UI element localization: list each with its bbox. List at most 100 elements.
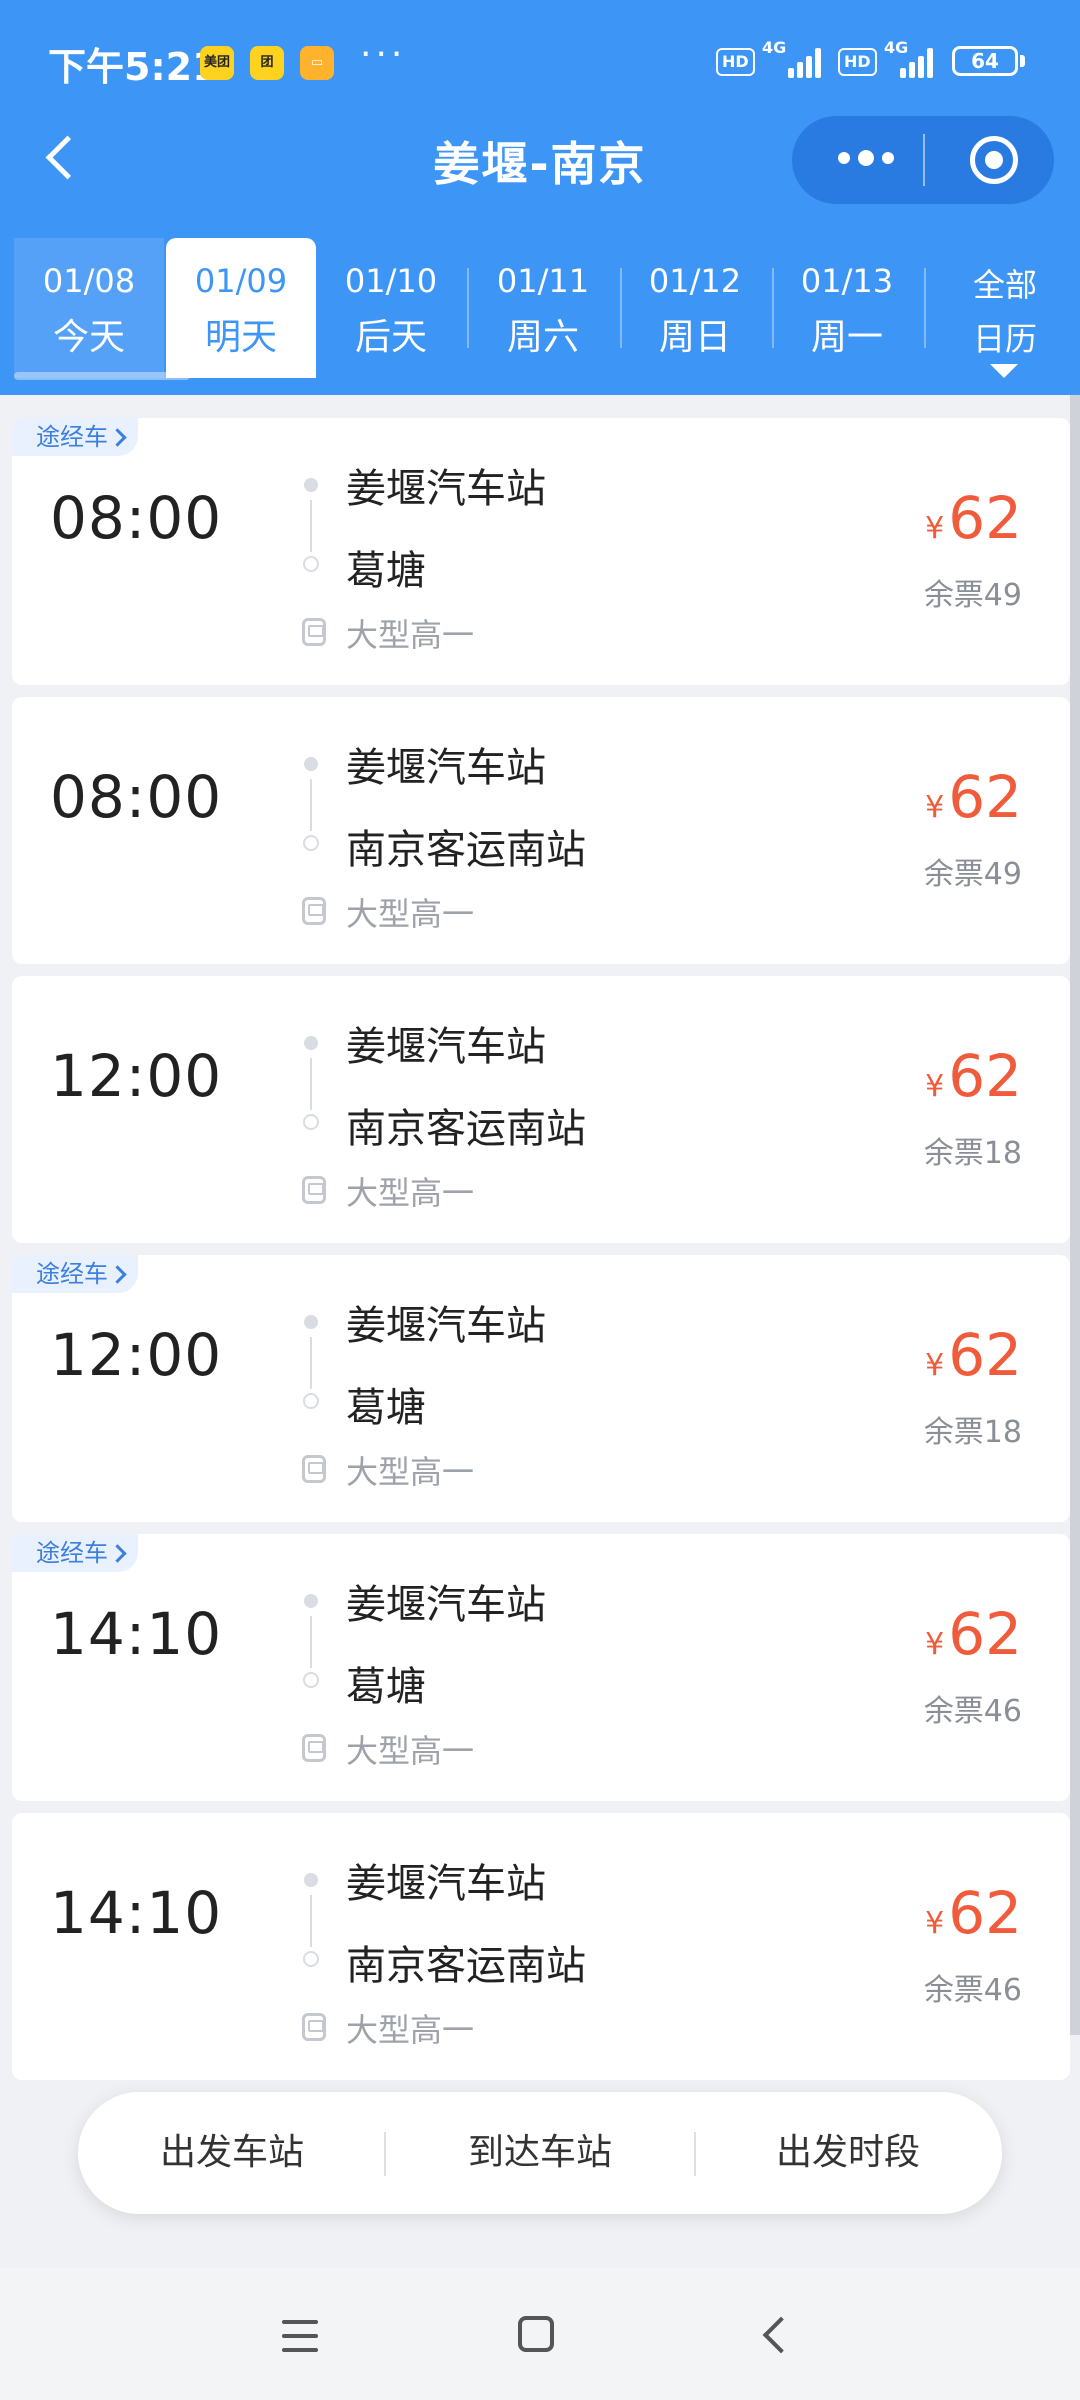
tab-date-0111[interactable]: 01/11 周六	[468, 238, 618, 378]
bus-icon	[302, 1455, 326, 1483]
via-tag-label: 途经车	[36, 1260, 108, 1288]
tickets-left: 余票46	[923, 1973, 1022, 2008]
departure-station: 姜堰汽车站	[346, 1303, 546, 1349]
battery-icon: 64	[952, 46, 1018, 76]
route-line	[310, 779, 312, 831]
price-amount: 62	[948, 1879, 1022, 1947]
route-line	[310, 1337, 312, 1389]
via-tag[interactable]: 途经车	[12, 418, 138, 456]
chevron-right-icon	[108, 428, 127, 447]
filter-bar: 出发车站 到达车站 出发时段	[78, 2092, 1002, 2214]
meituan-app-icon: 美团	[200, 46, 234, 80]
close-miniprogram-icon[interactable]	[970, 136, 1018, 184]
tuan-app-icon: 团	[250, 46, 284, 80]
signal-strength-icon	[788, 46, 828, 78]
via-tag[interactable]: 途经车	[12, 1534, 138, 1572]
tab-date-0112[interactable]: 01/12 周日	[620, 238, 770, 378]
trip-card[interactable]: 途经车 08:00 姜堰汽车站 葛塘 大型高一 ¥62 余票49	[12, 418, 1070, 685]
all-calendar-line2: 日历	[972, 320, 1037, 358]
trip-card[interactable]: 08:00 姜堰汽车站 南京客运南站 大型高一 ¥62 余票49	[12, 697, 1070, 964]
status-bar: 下午5:21 美团 团 ▭ ··· HD 4G HD 4G 64	[0, 0, 1080, 120]
price-amount: 62	[948, 1321, 1022, 1389]
system-back-icon[interactable]	[762, 2316, 800, 2354]
tickets-left: 余票49	[923, 578, 1022, 613]
currency-symbol: ¥	[925, 511, 945, 546]
arrival-station: 南京客运南站	[346, 1943, 586, 1989]
hd-voice-icon-2: HD	[838, 48, 877, 76]
filter-departure-station[interactable]: 出发车站	[78, 2092, 386, 2214]
chevron-right-icon	[108, 1265, 127, 1284]
tab-day-label: 周六	[506, 317, 579, 358]
menu-icon[interactable]	[282, 2320, 318, 2352]
via-tag-label: 途经车	[36, 1539, 108, 1567]
date-tabs: 01/08 今天 01/09 明天 01/10 后天 01/11 周六 01/1…	[0, 238, 1080, 378]
tab-date-label: 01/12	[648, 262, 742, 300]
network-4g-label: 4G	[762, 38, 787, 57]
route-end-dot	[303, 1951, 319, 1967]
bus-type: 大型高一	[346, 1174, 475, 1212]
bus-type: 大型高一	[346, 2011, 475, 2049]
departure-time: 12:00	[50, 1042, 223, 1110]
bus-type: 大型高一	[346, 1732, 475, 1770]
route-line	[310, 1058, 312, 1110]
price-amount: 62	[948, 1600, 1022, 1668]
bus-icon	[302, 897, 326, 925]
tab-date-0110[interactable]: 01/10 后天	[316, 238, 466, 378]
tab-date-label: 01/11	[496, 262, 590, 300]
tickets-left: 余票46	[923, 1694, 1022, 1729]
tab-date-label: 01/08	[42, 262, 136, 300]
route-end-dot	[303, 1672, 319, 1688]
currency-symbol: ¥	[925, 1627, 945, 1662]
battery-tip	[1020, 55, 1025, 67]
price: ¥62	[925, 1042, 1022, 1110]
bus-icon	[302, 2013, 326, 2041]
route-line	[310, 1895, 312, 1947]
trip-card[interactable]: 14:10 姜堰汽车站 南京客运南站 大型高一 ¥62 余票46	[12, 1813, 1070, 2080]
route-end-dot	[303, 1393, 319, 1409]
via-tag[interactable]: 途经车	[12, 1255, 138, 1293]
price: ¥62	[925, 1600, 1022, 1668]
bus-type: 大型高一	[346, 616, 475, 654]
currency-symbol: ¥	[925, 1906, 945, 1941]
hd-voice-icon: HD	[716, 48, 755, 76]
more-options-icon[interactable]	[830, 136, 910, 176]
filter-arrival-station[interactable]: 到达车站	[386, 2092, 694, 2214]
route-start-dot	[304, 1594, 318, 1608]
trip-card[interactable]: 途经车 12:00 姜堰汽车站 葛塘 大型高一 ¥62 余票18	[12, 1255, 1070, 1522]
capsule-divider	[923, 134, 925, 186]
departure-time: 08:00	[50, 763, 223, 831]
home-icon[interactable]	[518, 2316, 554, 2352]
signal-strength-icon-2	[900, 46, 940, 78]
route-end-dot	[303, 835, 319, 851]
route-start-dot	[304, 1873, 318, 1887]
filter-departure-time[interactable]: 出发时段	[694, 2092, 1002, 2214]
arrival-station: 南京客运南站	[346, 827, 586, 873]
message-app-icon: ▭	[300, 46, 334, 80]
tab-date-0113[interactable]: 01/13 周一	[772, 238, 922, 378]
status-more-icon: ···	[360, 34, 407, 75]
status-time: 下午5:21	[48, 45, 219, 89]
price-amount: 62	[948, 763, 1022, 831]
price-amount: 62	[948, 1042, 1022, 1110]
tab-day-label: 周一	[810, 317, 883, 358]
caret-down-icon	[990, 364, 1018, 378]
tab-date-label: 01/10	[344, 262, 438, 300]
tab-date-0108[interactable]: 01/08 今天	[14, 238, 164, 378]
price: ¥62	[925, 763, 1022, 831]
departure-station: 姜堰汽车站	[346, 1582, 546, 1628]
trip-card[interactable]: 12:00 姜堰汽车站 南京客运南站 大型高一 ¥62 余票18	[12, 976, 1070, 1243]
tab-day-label: 明天	[204, 317, 277, 358]
price: ¥62	[925, 1879, 1022, 1947]
route-start-dot	[304, 478, 318, 492]
price-amount: 62	[948, 484, 1022, 552]
all-calendar-button[interactable]: 全部 日历	[942, 238, 1068, 378]
via-tag-label: 途经车	[36, 423, 108, 451]
list-scrollbar[interactable]	[1070, 395, 1080, 2035]
bus-type: 大型高一	[346, 895, 475, 933]
tab-date-0109[interactable]: 01/09 明天	[166, 238, 316, 378]
arrival-station: 葛塘	[346, 1385, 426, 1431]
price: ¥62	[925, 1321, 1022, 1389]
trip-card[interactable]: 途经车 14:10 姜堰汽车站 葛塘 大型高一 ¥62 余票46	[12, 1534, 1070, 1801]
bus-icon	[302, 618, 326, 646]
tab-scroll-indicator	[14, 372, 190, 380]
